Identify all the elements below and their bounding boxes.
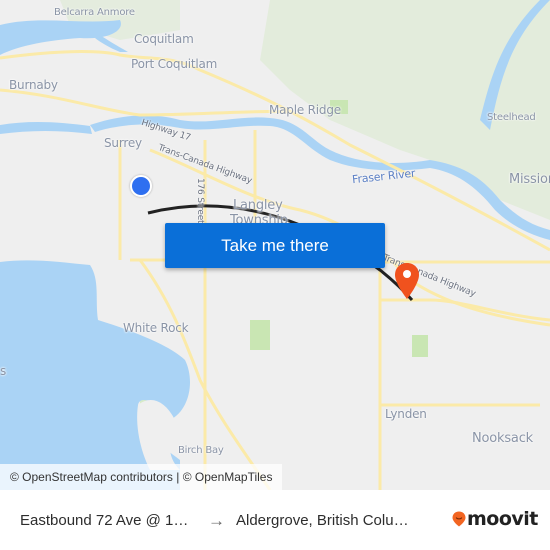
map-label-nooksack: Nooksack xyxy=(472,431,533,446)
footer: Eastbound 72 Ave @ 1… → Aldergrove, Brit… xyxy=(0,490,550,550)
park-area xyxy=(250,320,270,350)
map-label-coquitlam: Coquitlam xyxy=(134,32,194,46)
map-label-burnaby: Burnaby xyxy=(9,78,58,92)
river xyxy=(0,122,92,134)
map-label-maple-ridge: Maple Ridge xyxy=(269,103,341,117)
moovit-pin-icon xyxy=(452,511,466,527)
map-label-mission: Mission xyxy=(509,172,550,187)
map-label-176-street: 176 Street xyxy=(195,178,205,224)
moovit-logo[interactable]: moovit xyxy=(452,508,538,530)
take-me-there-button[interactable]: Take me there xyxy=(165,223,385,268)
map-label-lynden: Lynden xyxy=(385,407,427,421)
map-label-belcarra: Belcarra xyxy=(54,7,94,18)
origin-stop-name: Eastbound 72 Ave @ 1… xyxy=(20,512,189,529)
map-label-surrey: Surrey xyxy=(104,136,142,150)
map[interactable]: Belcarra Anmore Coquitlam Port Coquitlam… xyxy=(0,0,550,490)
map-label-steelhead: Steelhead xyxy=(487,112,536,123)
map-label-port-coquitlam: Port Coquitlam xyxy=(131,57,218,71)
origin-marker[interactable] xyxy=(130,175,152,197)
destination-name: Aldergrove, British Colu… xyxy=(236,512,409,529)
map-label-left-edge: s xyxy=(0,364,7,378)
destination-pin-icon[interactable] xyxy=(394,262,420,300)
arrow-right-icon: → xyxy=(208,511,225,530)
map-label-white-rock: White Rock xyxy=(123,321,189,335)
moovit-wordmark: moovit xyxy=(467,508,538,530)
map-label-anmore: Anmore xyxy=(97,7,135,18)
park-area xyxy=(412,335,428,357)
map-attribution[interactable]: © OpenStreetMap contributors | © OpenMap… xyxy=(0,464,283,490)
map-label-birch-bay: Birch Bay xyxy=(178,445,224,456)
map-label-langley: Langley xyxy=(233,198,283,213)
